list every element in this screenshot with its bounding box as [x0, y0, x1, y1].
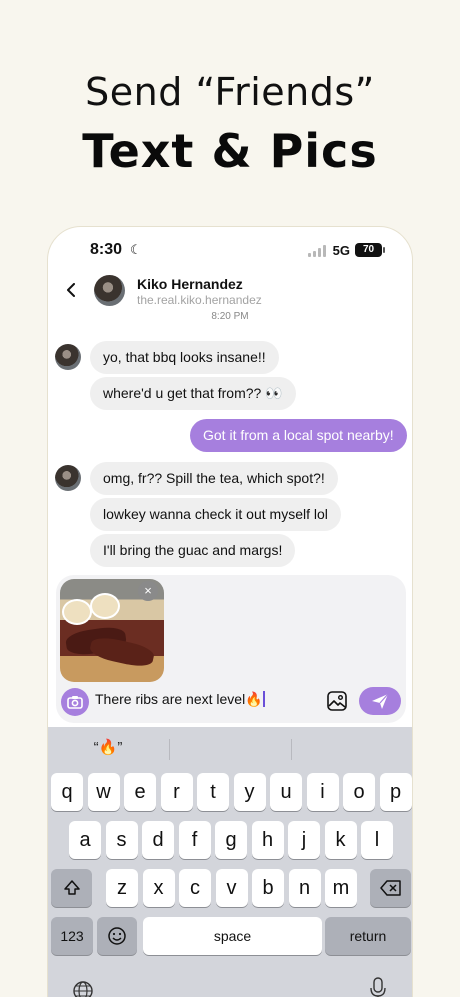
shift-key[interactable] — [51, 869, 92, 907]
key-f[interactable]: f — [178, 821, 211, 859]
shift-icon — [63, 880, 80, 895]
message-input[interactable]: There ribs are next level🔥 — [95, 691, 265, 708]
status-time: 8:30 — [90, 241, 123, 258]
emoji-icon — [108, 927, 126, 945]
contact-handle: the.real.kiko.hernandez — [137, 293, 262, 307]
key-k[interactable]: k — [324, 821, 357, 859]
key-b[interactable]: b — [252, 869, 284, 907]
moon-icon: ☾ — [130, 242, 142, 257]
headline-line1: Send “Friends” — [85, 70, 375, 114]
sender-avatar — [55, 465, 81, 491]
send-icon — [372, 693, 389, 709]
key-l[interactable]: l — [361, 821, 393, 859]
key-w[interactable]: w — [87, 773, 120, 811]
key-n[interactable]: n — [288, 869, 321, 907]
key-u[interactable]: u — [270, 773, 302, 811]
message-bubble-incoming: I'll bring the guac and margs! — [90, 534, 296, 567]
key-i[interactable]: i — [306, 773, 339, 811]
key-d[interactable]: d — [142, 821, 174, 859]
key-r[interactable]: r — [160, 773, 193, 811]
compose-area: × There ribs are next level🔥 — [56, 575, 406, 723]
suggestion-divider — [291, 739, 292, 760]
camera-button[interactable] — [61, 688, 89, 716]
keyboard: “🔥” qwertyuiop asdfghjkl zxcvbnm 123 spa — [48, 727, 412, 997]
send-button[interactable] — [359, 687, 401, 715]
headline-line2: Text & Pics — [82, 124, 378, 178]
key-z[interactable]: z — [106, 869, 138, 907]
contact-name[interactable]: Kiko Hernandez — [137, 276, 243, 292]
remove-attachment-button[interactable]: × — [138, 581, 158, 601]
key-s[interactable]: s — [105, 821, 138, 859]
return-key[interactable]: return — [325, 917, 411, 955]
conversation-timestamp: 8:20 PM — [211, 311, 249, 322]
phone-mockup: 8:30 ☾ 5G 70 Kiko Hernandez the.real.kik… — [47, 226, 413, 997]
key-x[interactable]: x — [142, 869, 175, 907]
key-e[interactable]: e — [124, 773, 156, 811]
message-bubble-incoming: where'd u get that from?? 👀 — [90, 377, 296, 410]
image-picker-icon[interactable] — [326, 690, 348, 712]
emoji-key[interactable] — [97, 917, 137, 955]
key-v[interactable]: v — [215, 869, 248, 907]
backspace-key[interactable] — [370, 869, 411, 907]
message-bubble-incoming: lowkey wanna check it out myself lol — [90, 498, 341, 531]
microphone-icon[interactable] — [370, 977, 386, 997]
sender-avatar — [55, 344, 81, 370]
camera-icon — [67, 696, 83, 709]
message-bubble-incoming: omg, fr?? Spill the tea, which spot?! — [90, 462, 338, 495]
key-j[interactable]: j — [288, 821, 320, 859]
numbers-key[interactable]: 123 — [51, 917, 93, 955]
backspace-icon — [379, 880, 401, 896]
key-q[interactable]: q — [51, 773, 83, 811]
key-t[interactable]: t — [197, 773, 229, 811]
key-a[interactable]: a — [69, 821, 101, 859]
message-bubble-outgoing: Got it from a local spot nearby! — [190, 419, 407, 452]
key-h[interactable]: h — [251, 821, 284, 859]
key-g[interactable]: g — [215, 821, 247, 859]
globe-icon[interactable] — [72, 980, 94, 997]
message-bubble-incoming: yo, that bbq looks insane!! — [90, 341, 279, 374]
key-p[interactable]: p — [379, 773, 412, 811]
suggestion-1[interactable]: “🔥” — [58, 738, 158, 760]
back-chevron-icon[interactable] — [64, 283, 78, 297]
contact-avatar[interactable] — [94, 275, 125, 306]
network-label: 5G — [332, 243, 350, 258]
key-y[interactable]: y — [233, 773, 266, 811]
key-o[interactable]: o — [343, 773, 375, 811]
space-key[interactable]: space — [143, 917, 322, 955]
status-bar: 8:30 ☾ 5G 70 — [48, 241, 412, 263]
signal-icon — [308, 245, 326, 257]
key-m[interactable]: m — [325, 869, 357, 907]
suggestion-divider — [169, 739, 170, 760]
battery-icon: 70 — [355, 243, 385, 257]
key-c[interactable]: c — [179, 869, 211, 907]
